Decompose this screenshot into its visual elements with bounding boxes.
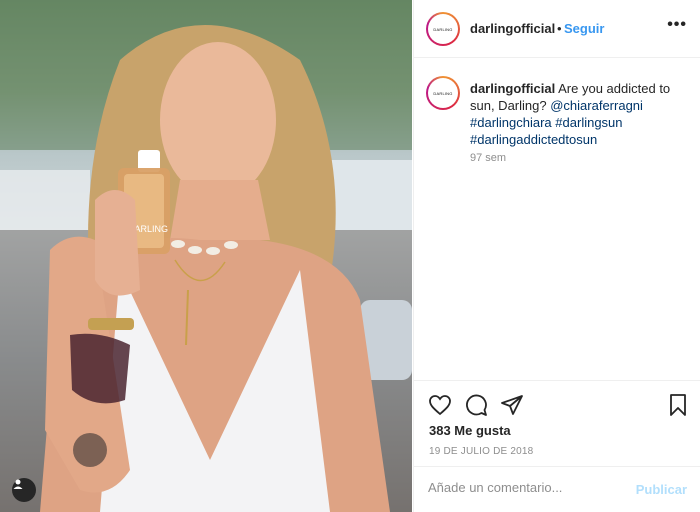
save-button[interactable]: [666, 393, 690, 417]
caption-text: darlingofficial Are you addicted to sun,…: [470, 80, 690, 148]
tagged-users-button[interactable]: [12, 478, 36, 502]
heart-icon: [429, 395, 451, 416]
avatar-logo-text: DARLING: [433, 26, 453, 32]
header-separator: •: [557, 21, 562, 36]
post-header: DARLING darlingofficial • Seguir •••: [414, 0, 700, 58]
hashtag-link[interactable]: #darlingchiara: [470, 115, 552, 130]
comment-button[interactable]: [464, 393, 488, 417]
account-avatar[interactable]: DARLING: [426, 12, 460, 46]
more-options-icon[interactable]: •••: [667, 16, 687, 34]
mention-link[interactable]: @chiaraferragni: [550, 98, 643, 113]
bookmark-icon: [670, 394, 686, 416]
likes-count[interactable]: 383 Me gusta: [429, 423, 511, 438]
photo-illustration: DARLING: [0, 0, 412, 512]
share-button[interactable]: [500, 393, 524, 417]
share-icon: [501, 395, 523, 415]
post-date[interactable]: 19 DE JULIO DE 2018: [429, 446, 533, 457]
user-icon: [13, 479, 23, 489]
caption-avatar-logo-text: DARLING: [433, 90, 453, 96]
post-photo[interactable]: DARLING: [0, 0, 412, 512]
comment-bar: Publicar: [414, 466, 700, 512]
caption-avatar[interactable]: DARLING: [426, 76, 460, 110]
hashtag-link[interactable]: #darlingsun: [555, 115, 622, 130]
comment-icon: [466, 394, 487, 416]
action-bar: 383 Me gusta 19 DE JULIO DE 2018: [414, 380, 700, 466]
hashtag-link[interactable]: #darlingaddictedtosun: [470, 132, 597, 147]
caption-username-link[interactable]: darlingofficial: [470, 81, 555, 96]
post-comment-button[interactable]: Publicar: [636, 482, 687, 497]
header-username-link[interactable]: darlingofficial: [470, 21, 555, 36]
like-button[interactable]: [428, 393, 452, 417]
post-sidebar: DARLING darlingofficial • Seguir ••• DAR…: [413, 0, 700, 512]
caption-timestamp[interactable]: 97 sem: [470, 152, 506, 164]
follow-button[interactable]: Seguir: [564, 21, 604, 36]
caption-section: DARLING darlingofficial Are you addicted…: [414, 58, 700, 380]
comment-input[interactable]: [428, 480, 628, 495]
